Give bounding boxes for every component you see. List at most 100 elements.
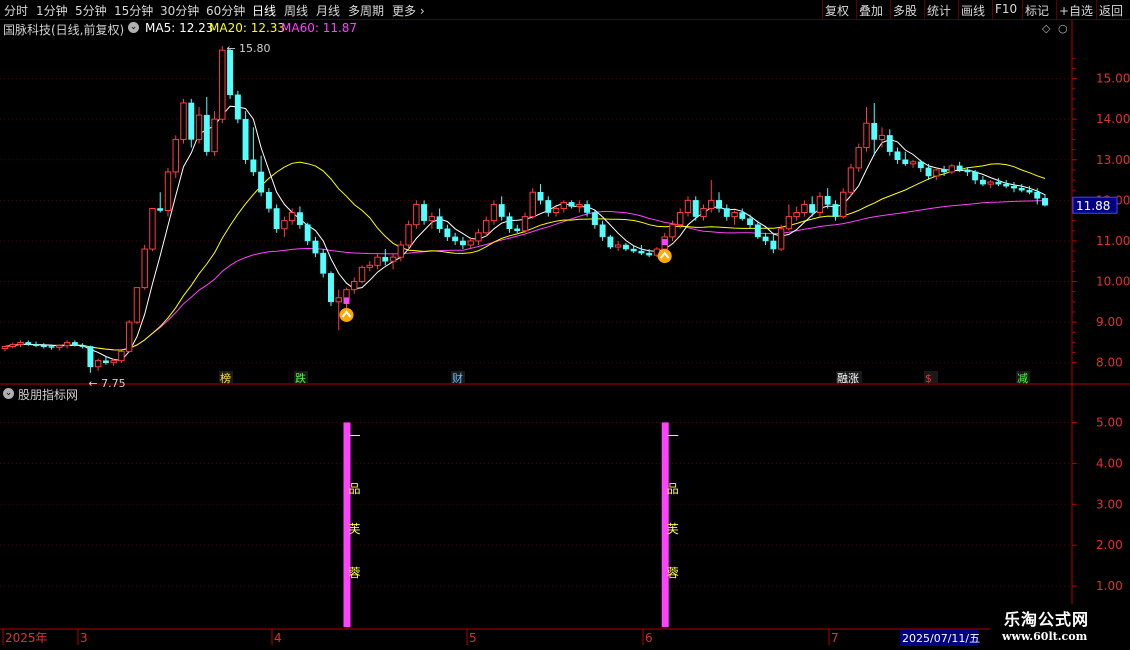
indicator-settings-icon[interactable]: ⌄: [3, 388, 14, 399]
toolbar-separator: [856, 0, 857, 19]
period-tab-2[interactable]: 5分钟: [75, 2, 107, 19]
signal-bar-0: [343, 422, 351, 627]
candle-body-60: [467, 240, 474, 246]
indicator-title[interactable]: 股朋指标网: [18, 386, 78, 403]
diamond-icon[interactable]: ◇: [1042, 22, 1050, 35]
candle-body-103: [801, 203, 808, 214]
circle-icon[interactable]: ○: [1058, 22, 1068, 35]
tool-button-6[interactable]: 标记: [1025, 2, 1049, 19]
candle-body-130: [1010, 185, 1017, 189]
event-marker-4: $: [925, 372, 932, 385]
event-marker-bg-2: [451, 371, 465, 384]
toolbar-separator: [924, 0, 925, 19]
signal-char-1-3: 蓉: [667, 566, 679, 580]
time-label-5: 7: [831, 631, 839, 645]
candle-body-44: [343, 289, 350, 299]
candle-body-30: [234, 94, 241, 120]
signal-char-0-1: 品: [348, 482, 360, 496]
price-tick-label-7: 8.00: [1096, 356, 1123, 370]
ma60-value: 11.87: [322, 21, 358, 35]
settings-icon[interactable]: ⌄: [128, 22, 139, 33]
ma60-path: [4, 200, 1045, 351]
candle-body-101: [785, 216, 793, 230]
time-label-2: 4: [274, 631, 282, 645]
candle-body-19: [149, 207, 156, 250]
tool-button-7[interactable]: +自选: [1059, 2, 1093, 19]
candle-body-1: [9, 343, 16, 347]
period-tab-8[interactable]: 月线: [316, 2, 340, 19]
candle-body-113: [878, 134, 886, 140]
tool-button-0[interactable]: 复权: [825, 2, 849, 19]
candle-body-63: [490, 203, 498, 222]
candle-body-132: [1026, 189, 1033, 193]
buy-icon-1: [657, 249, 672, 264]
toolbar-separator: [1022, 0, 1023, 19]
tool-button-8[interactable]: 返回: [1099, 2, 1123, 19]
price-axis: 15.00 14.00 13.00 12.00 11.00 10.00 9.00 8.00 5.…: [1072, 57, 1130, 593]
candle-body-107: [832, 204, 839, 217]
candle-body-117: [909, 161, 917, 165]
candle-body-125: [972, 171, 979, 181]
tool-button-2[interactable]: 多股: [893, 2, 917, 19]
period-tab-7[interactable]: 周线: [284, 2, 308, 19]
candle-body-61: [475, 232, 482, 242]
candle-body-57: [444, 228, 451, 238]
period-tab-9[interactable]: 多周期: [348, 2, 384, 19]
current-price-box: [1072, 196, 1118, 214]
candle-body-56: [436, 216, 443, 230]
candle-body-10: [79, 345, 86, 347]
candle-body-46: [358, 266, 366, 283]
price-tick-label-2: 13.00: [1096, 153, 1130, 167]
candle-body-36: [281, 220, 288, 230]
candle-body-114: [886, 135, 893, 152]
candle-body-32: [250, 159, 257, 173]
signal-char-1-0: 一: [667, 429, 679, 443]
tool-button-5[interactable]: F10: [995, 2, 1017, 16]
low-price-annotation: ← 7.75: [88, 377, 125, 390]
candle-body-92: [716, 200, 722, 209]
stock-title[interactable]: 国脉科技(日线,前复权): [3, 21, 124, 38]
period-tab-10[interactable]: 更多 ›: [392, 2, 425, 19]
period-tab-3[interactable]: 15分钟: [114, 2, 153, 19]
candle-body-34: [265, 191, 272, 209]
indicator-tick-label-0: 5.00: [1096, 415, 1123, 429]
indicator-tick-label-2: 3.00: [1096, 497, 1123, 511]
period-tab-0[interactable]: 分时: [4, 2, 28, 19]
period-toolbar: 分时 1分钟 5分钟 15分钟 30分钟 60分钟 日线 周线 月线 多周期 更多 › 返回 +自选 标记…: [0, 0, 1130, 20]
event-marker-bg-5: [1016, 371, 1030, 384]
candle-body-64: [498, 204, 505, 217]
event-marker-0: 榜: [220, 371, 231, 385]
candle-body-119: [925, 167, 932, 177]
period-tab-1[interactable]: 1分钟: [36, 2, 68, 19]
candle-body-4: [33, 344, 40, 346]
candle-body-7: [56, 345, 63, 348]
period-tab-4[interactable]: 30分钟: [160, 2, 199, 19]
candle-body-82: [638, 250, 645, 254]
kline-chart[interactable]: 15.00 14.00 13.00 12.00 11.00 10.00 9.00 8.00 5.…: [0, 0, 1130, 650]
candle-body-17: [133, 287, 141, 323]
chart-grid: [0, 20, 1130, 630]
candle-body-98: [762, 236, 769, 242]
period-tab-6[interactable]: 日线: [252, 2, 276, 19]
signal-square-0: [343, 297, 350, 304]
candle-body-134: [1042, 198, 1048, 206]
tool-button-4[interactable]: 画线: [961, 2, 985, 19]
candle-body-123: [956, 165, 963, 171]
candle-body-40: [312, 240, 319, 254]
candle-body-124: [964, 169, 971, 173]
candle-body-118: [917, 161, 924, 169]
candle-body-109: [847, 167, 855, 193]
time-label-4: 6: [645, 631, 653, 645]
tool-button-3[interactable]: 统计: [927, 2, 951, 19]
price-tick-label-1: 14.00: [1096, 112, 1130, 126]
period-tab-5[interactable]: 60分钟: [206, 2, 245, 19]
signal-square-1: [661, 239, 668, 246]
ma5-label: MA5:: [145, 21, 176, 35]
candle-body-38: [296, 212, 303, 225]
candle-body-62: [482, 220, 490, 234]
event-marker-5: 减: [1017, 372, 1028, 385]
candle-body-95: [739, 212, 746, 219]
candle-body-52: [405, 224, 412, 246]
signal-char-0-0: 一: [348, 429, 360, 443]
tool-button-1[interactable]: 叠加: [859, 2, 883, 19]
